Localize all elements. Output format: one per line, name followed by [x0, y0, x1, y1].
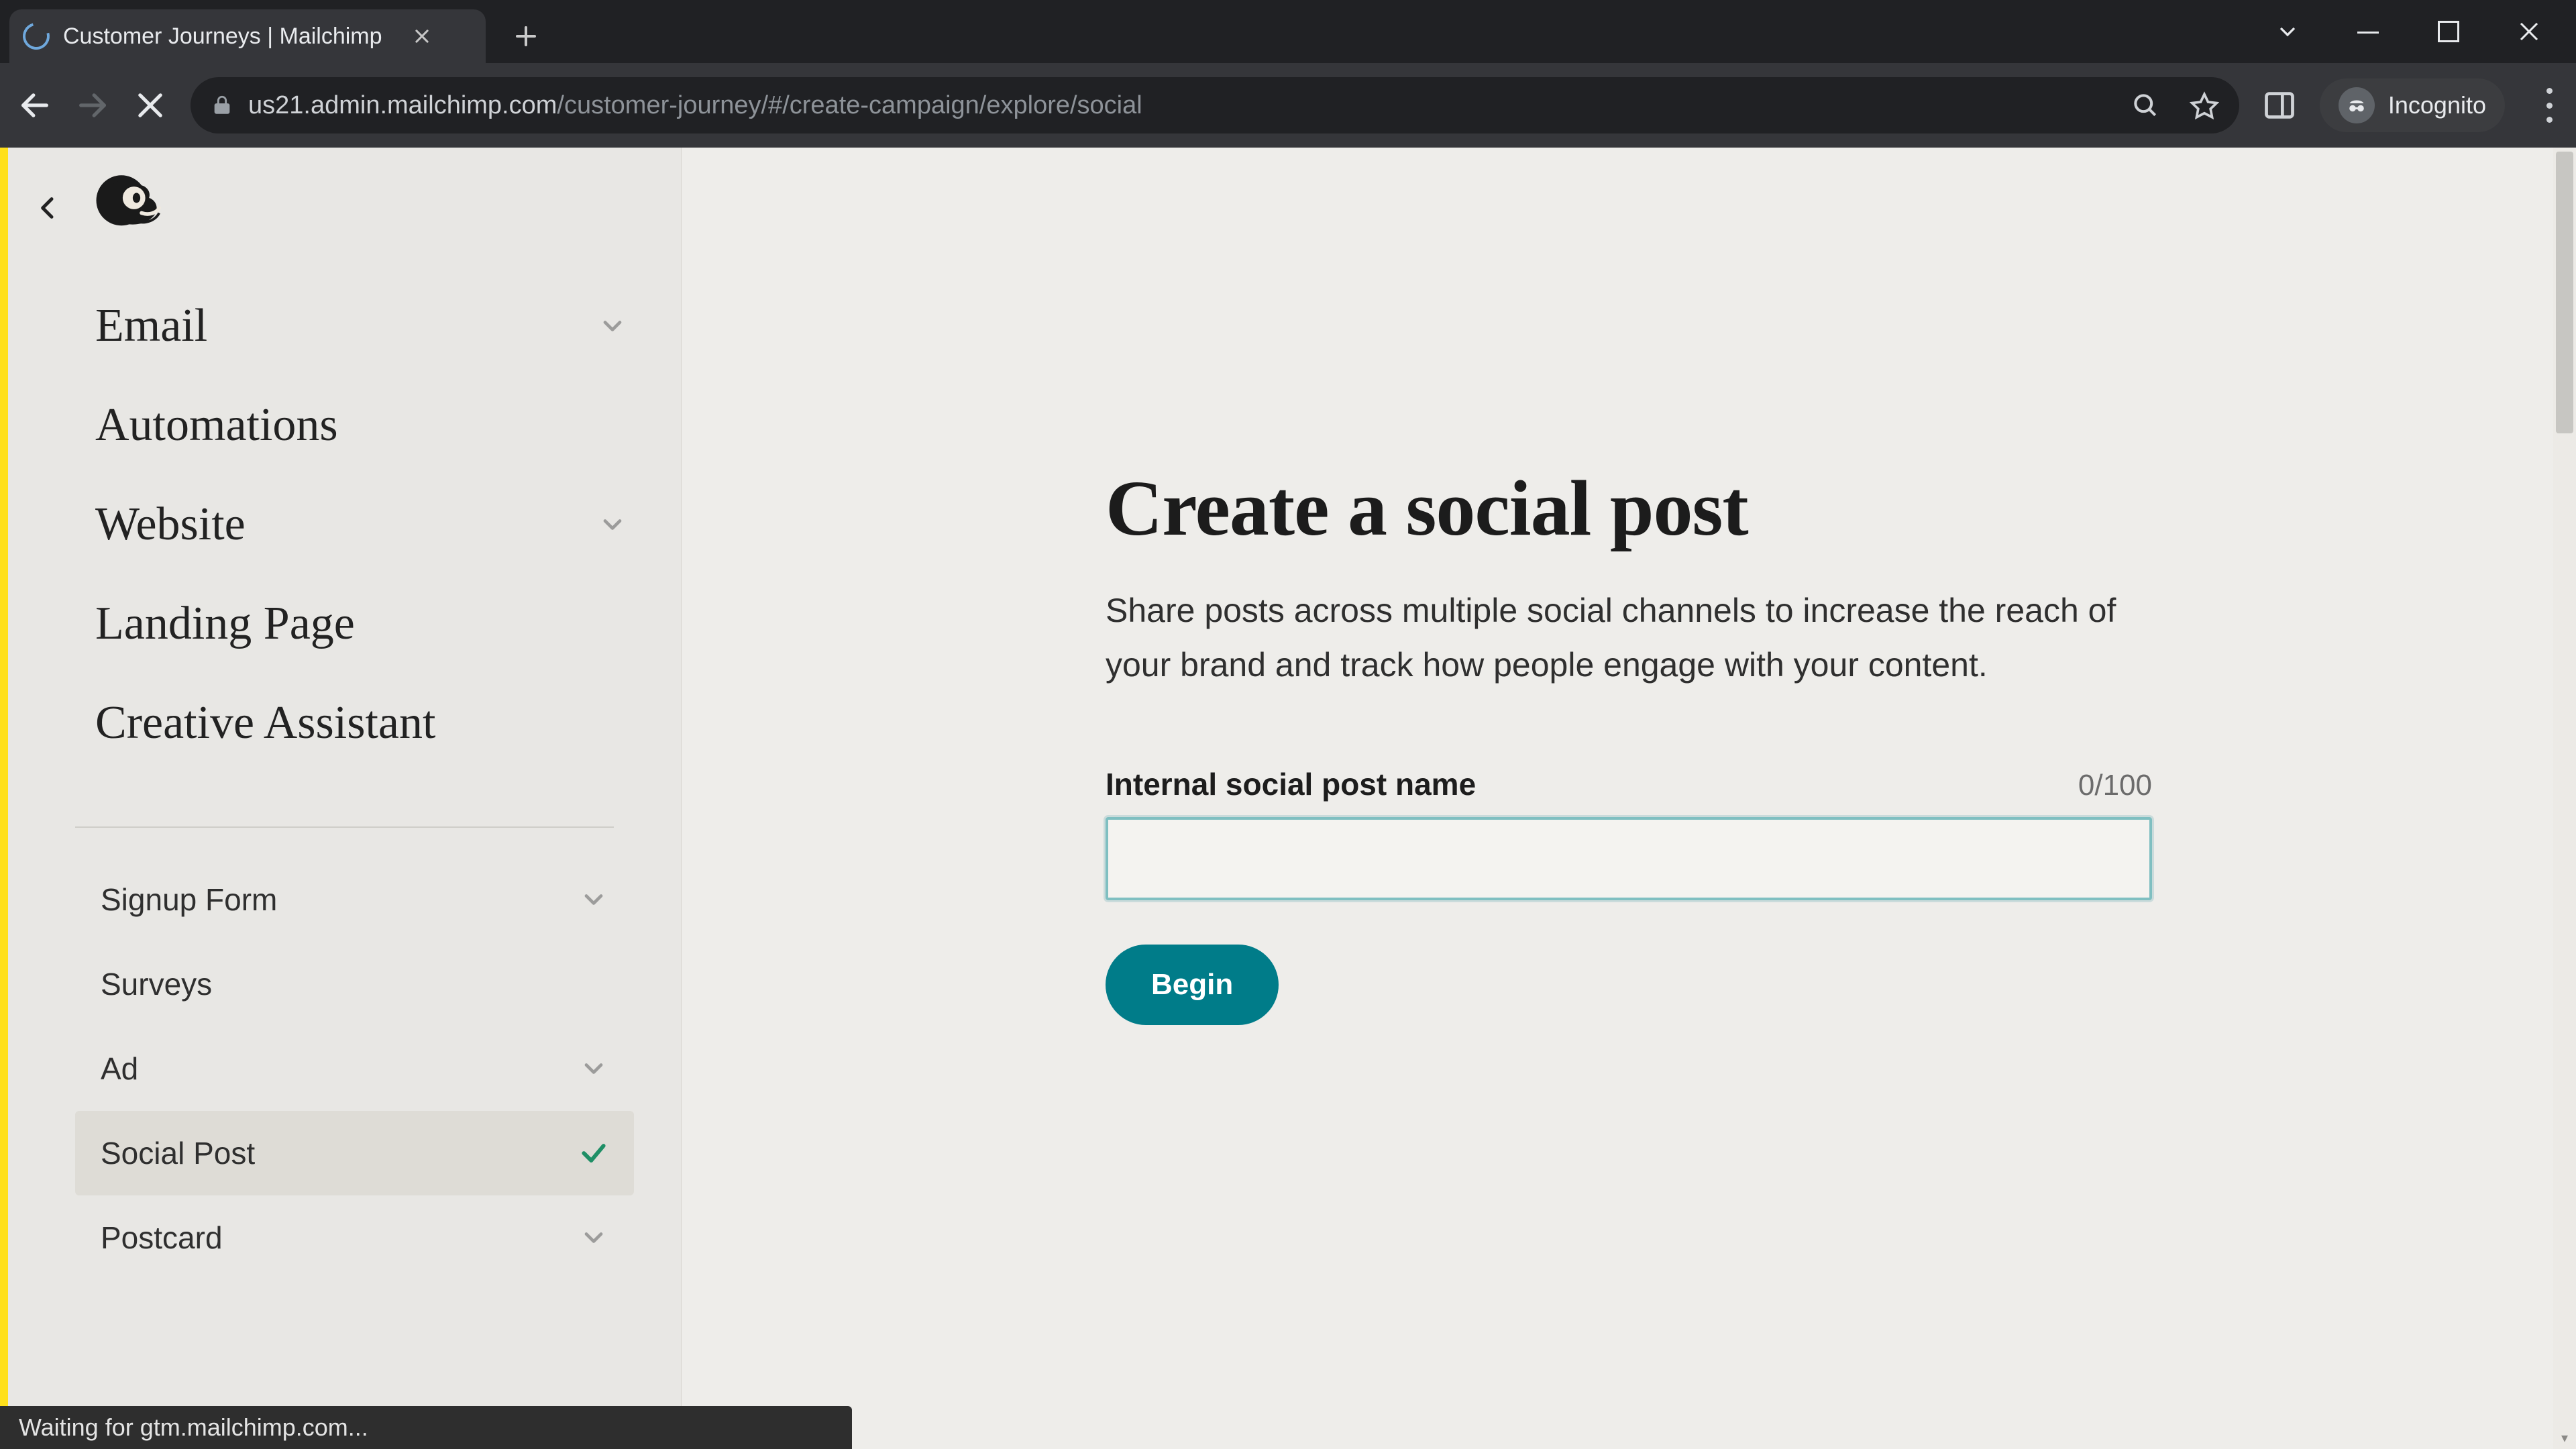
chevron-down-icon [579, 885, 608, 914]
status-bar: Waiting for gtm.mailchimp.com... [0, 1406, 852, 1449]
chevron-down-icon [579, 1054, 608, 1083]
sidebar: Email Automations Website Landing Page Creat… [8, 148, 682, 1449]
sidebar-item-label: Landing Page [95, 597, 355, 651]
sidebar-back-button[interactable] [35, 195, 62, 221]
input-label: Internal social post name [1106, 766, 1476, 802]
begin-button[interactable]: Begin [1106, 945, 1279, 1025]
page-description: Share posts across multiple social chann… [1106, 584, 2152, 692]
url-text: us21.admin.mailchimp.com/customer-journe… [248, 91, 1142, 120]
scrollbar[interactable]: ▾ [2553, 148, 2576, 1449]
incognito-icon [2339, 87, 2375, 123]
social-post-name-input[interactable] [1106, 817, 2152, 900]
nav-stop-button[interactable] [133, 88, 168, 123]
sidebar-item-label: Ad [101, 1051, 138, 1087]
char-count: 0/100 [2078, 769, 2152, 802]
chevron-down-icon [598, 311, 627, 341]
page-heading: Create a social post [1106, 463, 2152, 554]
chevron-down-icon [598, 510, 627, 539]
sidebar-item-label: Website [95, 498, 246, 551]
search-icon[interactable] [2131, 91, 2160, 120]
nav-back-button[interactable] [17, 88, 52, 123]
lock-icon[interactable] [211, 94, 233, 117]
sidebar-item-postcard[interactable]: Postcard [75, 1195, 634, 1280]
browser-titlebar: Customer Journeys | Mailchimp [0, 0, 2576, 63]
bookmark-star-icon[interactable] [2190, 91, 2219, 120]
sidebar-item-label: Signup Form [101, 881, 277, 918]
sidebar-header [8, 148, 681, 268]
sidebar-item-email[interactable]: Email [95, 276, 627, 376]
tabs-dropdown-icon[interactable] [2274, 18, 2301, 45]
sidebar-secondary-nav: Signup Form Surveys Ad Social Post Postcard [8, 857, 681, 1280]
scrollbar-thumb[interactable] [2556, 152, 2573, 433]
close-tab-icon[interactable] [409, 23, 435, 49]
window-minimize-button[interactable] [2355, 18, 2381, 45]
sidebar-item-automations[interactable]: Automations [95, 376, 627, 475]
window-controls [2274, 0, 2576, 63]
browser-toolbar: us21.admin.mailchimp.com/customer-journe… [0, 63, 2576, 148]
window-close-button[interactable] [2516, 18, 2542, 45]
sidebar-divider [75, 826, 614, 828]
scrollbar-down-arrow[interactable]: ▾ [2553, 1428, 2576, 1448]
loading-spinner-icon [18, 18, 55, 55]
tab-title: Customer Journeys | Mailchimp [63, 23, 382, 50]
sidebar-item-signup-form[interactable]: Signup Form [75, 857, 634, 942]
page-viewport: Email Automations Website Landing Page Creat… [0, 148, 2576, 1449]
sidebar-item-creative-assistant[interactable]: Creative Assistant [95, 674, 627, 773]
url-path: /customer-journey/#/create-campaign/expl… [557, 91, 1142, 119]
chevron-down-icon [579, 1223, 608, 1252]
browser-menu-button[interactable] [2540, 88, 2559, 123]
sidebar-item-surveys[interactable]: Surveys [75, 942, 634, 1026]
new-tab-button[interactable] [506, 16, 546, 56]
sidebar-item-landing-page[interactable]: Landing Page [95, 574, 627, 674]
sidebar-item-ad[interactable]: Ad [75, 1026, 634, 1111]
sidebar-item-label: Automations [95, 398, 338, 452]
sidebar-item-social-post[interactable]: Social Post [75, 1111, 634, 1195]
sidebar-primary-nav: Email Automations Website Landing Page Creat… [8, 268, 681, 800]
sidebar-item-label: Creative Assistant [95, 696, 435, 750]
mailchimp-logo-icon[interactable] [91, 168, 172, 248]
check-icon [579, 1138, 608, 1168]
brand-accent-bar [0, 148, 8, 1449]
browser-tab[interactable]: Customer Journeys | Mailchimp [9, 9, 486, 63]
side-panel-icon[interactable] [2262, 88, 2297, 123]
sidebar-item-label: Email [95, 299, 207, 353]
window-maximize-button[interactable] [2435, 18, 2462, 45]
incognito-label: Incognito [2388, 91, 2486, 119]
incognito-indicator[interactable]: Incognito [2320, 78, 2505, 132]
sidebar-item-website[interactable]: Website [95, 475, 627, 574]
address-bar[interactable]: us21.admin.mailchimp.com/customer-journe… [191, 77, 2239, 133]
sidebar-item-label: Surveys [101, 966, 212, 1002]
sidebar-item-label: Social Post [101, 1135, 255, 1171]
url-host: us21.admin.mailchimp.com [248, 91, 557, 119]
main-content: Create a social post Share posts across … [682, 148, 2576, 1449]
sidebar-item-label: Postcard [101, 1220, 223, 1256]
nav-forward-button[interactable] [75, 88, 110, 123]
